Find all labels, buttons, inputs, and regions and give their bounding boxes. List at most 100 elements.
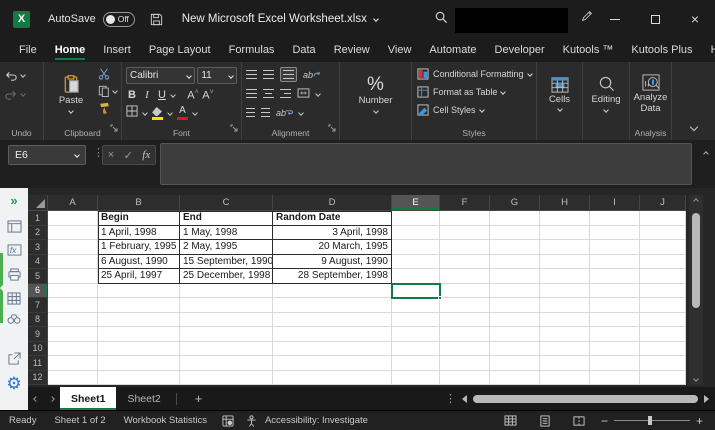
scroll-up-icon[interactable]: [694, 195, 698, 207]
column-header-I[interactable]: I: [590, 195, 640, 211]
cell-J10[interactable]: [640, 342, 686, 357]
cell-G4[interactable]: [490, 255, 540, 270]
cell-I5[interactable]: [590, 269, 640, 284]
cell-D11[interactable]: [273, 356, 392, 371]
font-name-combo[interactable]: Calibri: [126, 67, 195, 84]
cell-D3[interactable]: 20 March, 1995: [273, 240, 392, 255]
ribbon-tab-formulas[interactable]: Formulas: [220, 40, 284, 61]
ribbon-tab-automate[interactable]: Automate: [420, 40, 485, 61]
cell-A6[interactable]: [48, 284, 98, 299]
cell-B11[interactable]: [98, 356, 180, 371]
cell-D5[interactable]: 28 September, 1998: [273, 269, 392, 284]
collapse-ribbon-icon[interactable]: [690, 123, 698, 131]
column-header-A[interactable]: A: [48, 195, 98, 211]
cell-C10[interactable]: [180, 342, 273, 357]
cell-C7[interactable]: [180, 298, 273, 313]
cell-C2[interactable]: 1 May, 1998: [180, 226, 273, 241]
cell-H9[interactable]: [540, 327, 590, 342]
next-sheet-icon[interactable]: [44, 397, 60, 401]
undo-button[interactable]: [2, 65, 41, 84]
cell-H12[interactable]: [540, 371, 590, 386]
ribbon-tab-help[interactable]: Help: [702, 40, 715, 61]
cell-G11[interactable]: [490, 356, 540, 371]
row-header-5[interactable]: 5: [28, 269, 48, 284]
cell-E8[interactable]: [392, 313, 440, 328]
row-header-6[interactable]: 6: [28, 284, 48, 299]
cell-I9[interactable]: [590, 327, 640, 342]
cell-G7[interactable]: [490, 298, 540, 313]
cell-I6[interactable]: [590, 284, 640, 299]
cell-A7[interactable]: [48, 298, 98, 313]
excel-logo-icon[interactable]: X: [13, 11, 30, 28]
macro-record-icon[interactable]: [216, 415, 240, 427]
editing-button[interactable]: Editing: [585, 65, 627, 125]
decrease-indent-button[interactable]: [246, 108, 255, 117]
cell-F11[interactable]: [440, 356, 490, 371]
row-header-7[interactable]: 7: [28, 298, 48, 313]
cell-F6[interactable]: [440, 284, 490, 299]
cell-A3[interactable]: [48, 240, 98, 255]
cell-I1[interactable]: [590, 211, 640, 226]
cell-C6[interactable]: [180, 284, 273, 299]
cell-H6[interactable]: [540, 284, 590, 299]
orientation-button[interactable]: ab: [303, 70, 320, 80]
increase-font-button[interactable]: A˄: [187, 89, 199, 102]
hscroll-right-icon[interactable]: [704, 395, 709, 403]
ribbon-tab-file[interactable]: File: [10, 40, 46, 61]
cell-D2[interactable]: 3 April, 1998: [273, 226, 392, 241]
vertical-scrollbar[interactable]: [689, 195, 703, 385]
cell-E6[interactable]: [392, 284, 440, 299]
table-pane-icon[interactable]: [0, 288, 28, 308]
align-center-button[interactable]: [263, 89, 274, 98]
normal-view-button[interactable]: [498, 415, 523, 426]
document-title[interactable]: New Microsoft Excel Worksheet.xlsx: [182, 13, 378, 25]
cut-button[interactable]: [96, 65, 119, 82]
zoom-in-button[interactable]: +: [696, 415, 703, 427]
number-format-button[interactable]: % Number: [342, 65, 409, 125]
cell-C8[interactable]: [180, 313, 273, 328]
cell-J4[interactable]: [640, 255, 686, 270]
select-all-corner[interactable]: [28, 195, 48, 211]
cell-B6[interactable]: [98, 284, 180, 299]
cell-F8[interactable]: [440, 313, 490, 328]
cell-C5[interactable]: 25 December, 1998: [180, 269, 273, 284]
column-header-J[interactable]: J: [640, 195, 686, 211]
close-button[interactable]: ×: [675, 0, 715, 38]
cell-C1[interactable]: End: [180, 211, 273, 226]
alignment-dialog-launcher[interactable]: [328, 119, 336, 137]
ribbon-tab-insert[interactable]: Insert: [94, 40, 140, 61]
cell-E5[interactable]: [392, 269, 440, 284]
row-header-8[interactable]: 8: [28, 313, 48, 328]
cell-J1[interactable]: [640, 211, 686, 226]
save-icon[interactable]: [149, 12, 164, 27]
ribbon-tab-kutools[interactable]: Kutools ™: [554, 40, 623, 61]
cell-C12[interactable]: [180, 371, 273, 386]
row-header-9[interactable]: 9: [28, 327, 48, 342]
formula-pane-icon[interactable]: fx: [0, 240, 28, 260]
cell-E2[interactable]: [392, 226, 440, 241]
cell-D4[interactable]: 9 August, 1990: [273, 255, 392, 270]
cell-E1[interactable]: [392, 211, 440, 226]
font-color-chevron-icon[interactable]: [192, 110, 198, 116]
cell-F9[interactable]: [440, 327, 490, 342]
format-as-table-button[interactable]: Format as Table: [414, 83, 534, 101]
ribbon-tab-review[interactable]: Review: [325, 40, 379, 61]
autosave-toggle[interactable]: Off: [103, 12, 135, 27]
row-header-12[interactable]: 12: [28, 371, 48, 386]
ribbon-tab-developer[interactable]: Developer: [486, 40, 554, 61]
align-middle-button[interactable]: [263, 70, 274, 79]
accessibility-icon[interactable]: [240, 415, 263, 427]
cells-button[interactable]: Cells: [539, 65, 580, 125]
cell-D8[interactable]: [273, 313, 392, 328]
cell-C4[interactable]: 15 September, 1990: [180, 255, 273, 270]
cell-G6[interactable]: [490, 284, 540, 299]
cell-F3[interactable]: [440, 240, 490, 255]
sheet-options-dots-icon[interactable]: ⋮: [445, 392, 456, 405]
cell-F1[interactable]: [440, 211, 490, 226]
cell-J9[interactable]: [640, 327, 686, 342]
cell-H11[interactable]: [540, 356, 590, 371]
merge-chevron-icon[interactable]: [315, 91, 321, 97]
align-right-button[interactable]: [280, 89, 291, 98]
settings-gear-icon[interactable]: ⚙: [0, 374, 28, 394]
cell-J8[interactable]: [640, 313, 686, 328]
